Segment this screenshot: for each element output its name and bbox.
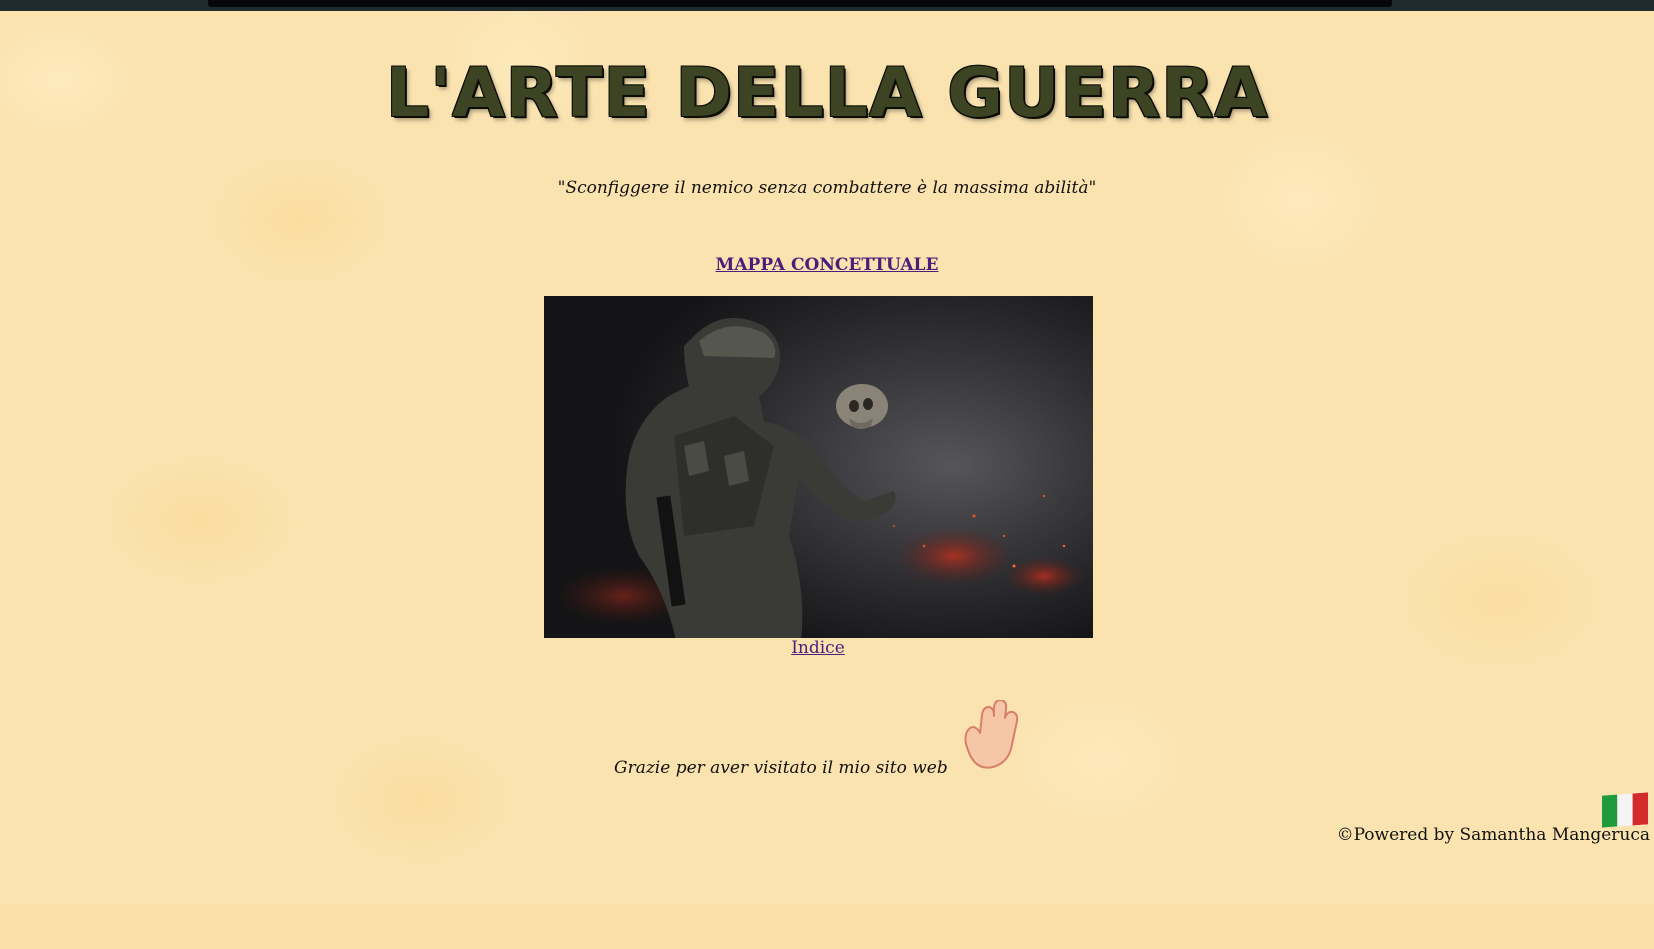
page-title: L'ARTE DELLA GUERRA (385, 54, 1269, 133)
footer-credit: ©Powered by Samantha Mangeruca (1336, 825, 1650, 845)
italian-flag-icon (1602, 792, 1648, 828)
quote-text: "Sconfiggere il nemico senza combattere … (557, 178, 1097, 198)
hero-image (544, 296, 1093, 638)
bottom-band (0, 904, 1654, 949)
concept-map-link[interactable]: MAPPA CONCETTUALE (716, 255, 939, 275)
top-bar-strip (208, 0, 1392, 7)
index-link-wrapper: Indice (0, 638, 1636, 658)
thanks-message: Grazie per aver visitato il mio sito web (614, 758, 948, 778)
top-bar (0, 0, 1654, 11)
concept-map-link-wrapper: MAPPA CONCETTUALE (0, 255, 1654, 275)
soldier-with-skull-image (544, 296, 1093, 638)
index-link[interactable]: Indice (791, 638, 845, 658)
waving-hand-icon (964, 700, 1019, 769)
